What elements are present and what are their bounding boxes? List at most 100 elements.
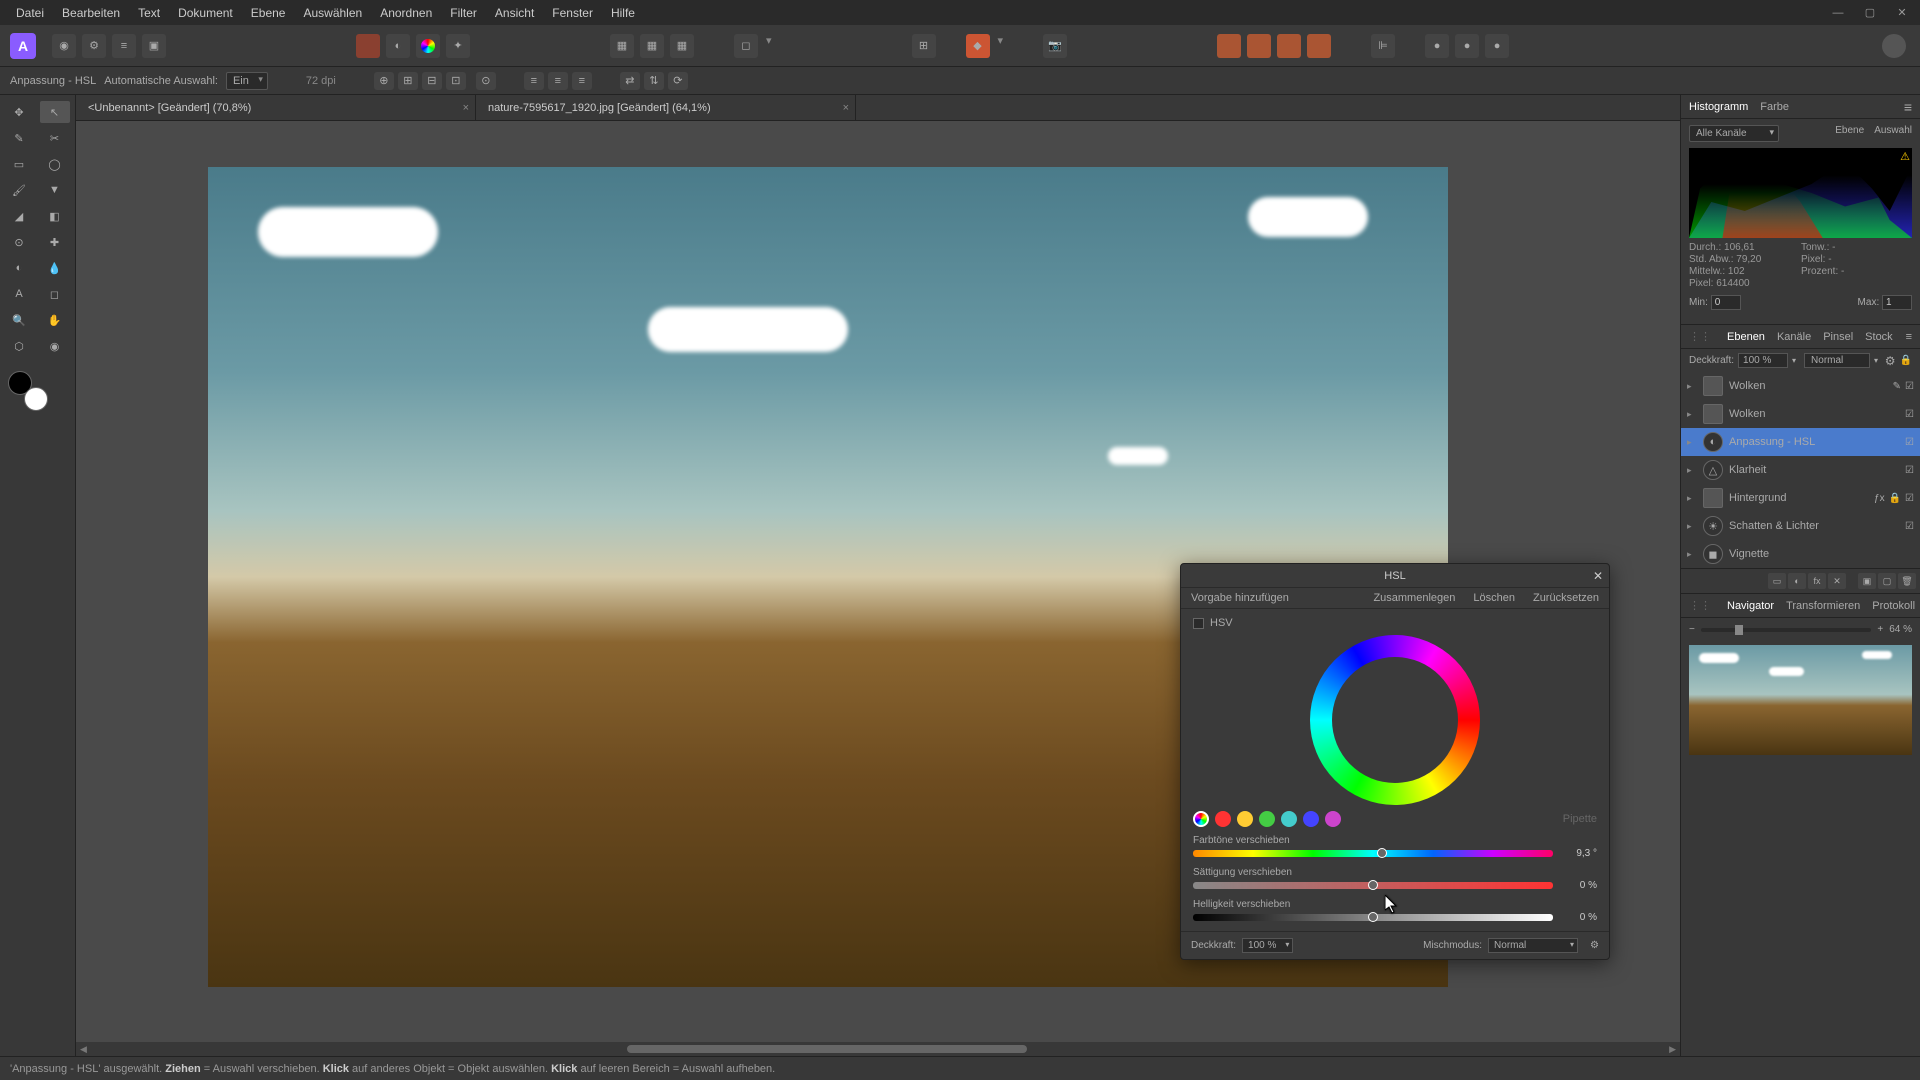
- lock-icon[interactable]: 🔒: [1889, 493, 1901, 504]
- menu-view[interactable]: Ansicht: [495, 6, 534, 20]
- lightness-value[interactable]: 0 %: [1561, 912, 1597, 923]
- hsl-adjustment-dialog[interactable]: HSL ✕ Vorgabe hinzufügen Zusammenlegen L…: [1180, 563, 1610, 960]
- tab-layers[interactable]: Ebenen: [1727, 331, 1765, 343]
- layer-settings-icon[interactable]: ⚙: [1885, 354, 1896, 368]
- menu-window[interactable]: Fenster: [552, 6, 593, 20]
- shape-tool-icon[interactable]: ◻: [40, 283, 70, 305]
- blend-dropdown[interactable]: Normal: [1804, 353, 1870, 368]
- circle2-icon[interactable]: ●: [1455, 34, 1479, 58]
- stack3-icon[interactable]: [1277, 34, 1301, 58]
- tab-transform[interactable]: Transformieren: [1786, 600, 1860, 612]
- menu-filter[interactable]: Filter: [450, 6, 477, 20]
- dialog-settings-icon[interactable]: ⚙: [1590, 940, 1599, 951]
- camera-icon[interactable]: 📷: [1043, 34, 1067, 58]
- background-color[interactable]: [24, 387, 48, 411]
- brush-tool-icon[interactable]: 🖌: [4, 179, 34, 201]
- layer-item[interactable]: ▸Wolken☑: [1681, 400, 1920, 428]
- zoom-tool-icon[interactable]: 🔍: [4, 309, 34, 331]
- color-dot-green[interactable]: [1259, 811, 1275, 827]
- pencil-icon[interactable]: ✎: [1893, 381, 1901, 392]
- color-dot-cyan[interactable]: [1281, 811, 1297, 827]
- color-dot-all[interactable]: [1193, 811, 1209, 827]
- layerbtn-2-icon[interactable]: ◐: [1788, 573, 1806, 589]
- align-r-icon[interactable]: ≡: [572, 72, 592, 90]
- layer-item[interactable]: ▸◼Vignette: [1681, 540, 1920, 568]
- heal-tool-icon[interactable]: ✚: [40, 231, 70, 253]
- dropper-icon[interactable]: ◐: [386, 34, 410, 58]
- auto-select-dropdown[interactable]: Ein: [226, 72, 268, 90]
- close-button[interactable]: ✕: [1892, 3, 1912, 23]
- reset-button[interactable]: Zurücksetzen: [1533, 592, 1599, 604]
- blur-tool-icon[interactable]: 💧: [40, 257, 70, 279]
- merge-button[interactable]: Zusammenlegen: [1373, 592, 1455, 604]
- tab-close-icon[interactable]: ×: [463, 102, 469, 114]
- pen-tool-icon[interactable]: ✎: [4, 127, 34, 149]
- flip-h-icon[interactable]: ⇄: [620, 72, 640, 90]
- gradient-tool-icon[interactable]: ◢: [4, 205, 34, 227]
- align-icon[interactable]: ⊞: [912, 34, 936, 58]
- checkbox-icon[interactable]: ☑: [1905, 437, 1914, 448]
- swatch-red-icon[interactable]: [356, 34, 380, 58]
- eraser-tool-icon[interactable]: ◧: [40, 205, 70, 227]
- panel-menu-icon[interactable]: ≡: [1904, 99, 1912, 115]
- tab-history[interactable]: Protokoll: [1872, 600, 1915, 612]
- layer-item[interactable]: ▸☀Schatten & Lichter☑: [1681, 512, 1920, 540]
- lasso-tool-icon[interactable]: ◯: [40, 153, 70, 175]
- hue-slider[interactable]: [1193, 850, 1553, 857]
- dialog-opacity-dropdown[interactable]: 100 %: [1242, 938, 1293, 953]
- stack1-icon[interactable]: [1217, 34, 1241, 58]
- fx-icon[interactable]: ƒx: [1874, 493, 1885, 504]
- circle1-icon[interactable]: ●: [1425, 34, 1449, 58]
- opacity-input[interactable]: 100 %: [1738, 353, 1788, 368]
- align-l-icon[interactable]: ≡: [524, 72, 544, 90]
- transform-1-icon[interactable]: ⊕: [374, 72, 394, 90]
- vector-tool-icon[interactable]: ⬡: [4, 335, 34, 357]
- layerbtn-6-icon[interactable]: ▢: [1878, 573, 1896, 589]
- layerbtn-4-icon[interactable]: ✕: [1828, 573, 1846, 589]
- document-tab-1[interactable]: <Unbenannt> [Geändert] (70,8%) ×: [76, 95, 476, 120]
- delete-button[interactable]: Löschen: [1473, 592, 1515, 604]
- checkbox-icon[interactable]: ☑: [1905, 521, 1914, 532]
- transform-5-icon[interactable]: ⊙: [476, 72, 496, 90]
- color-dot-red[interactable]: [1215, 811, 1231, 827]
- flip-v-icon[interactable]: ⇅: [644, 72, 664, 90]
- grid3-icon[interactable]: ▦: [670, 34, 694, 58]
- histo-layer-toggle[interactable]: Ebene: [1835, 125, 1864, 136]
- align-c-icon[interactable]: ≡: [548, 72, 568, 90]
- stack2-icon[interactable]: [1247, 34, 1271, 58]
- transform-2-icon[interactable]: ⊞: [398, 72, 418, 90]
- clone-tool-icon[interactable]: ⊙: [4, 231, 34, 253]
- minimize-button[interactable]: —: [1828, 3, 1848, 23]
- persona-develop-icon[interactable]: ⚙: [82, 34, 106, 58]
- hand-tool-icon[interactable]: ✋: [40, 309, 70, 331]
- node-tool-icon[interactable]: ↖: [40, 101, 70, 123]
- channel-dropdown[interactable]: Alle Kanäle: [1689, 125, 1779, 142]
- tab-stock[interactable]: Stock: [1865, 331, 1893, 343]
- panel-menu-icon[interactable]: ≡: [1906, 331, 1912, 343]
- tab-color[interactable]: Farbe: [1760, 101, 1789, 113]
- color-dot-blue[interactable]: [1303, 811, 1319, 827]
- user-avatar-icon[interactable]: [1882, 34, 1906, 58]
- document-tab-2[interactable]: nature-7595617_1920.jpg [Geändert] (64,1…: [476, 95, 856, 120]
- grid2-icon[interactable]: ▦: [640, 34, 664, 58]
- crop-icon[interactable]: ◻: [734, 34, 758, 58]
- assist-icon[interactable]: ◆: [966, 34, 990, 58]
- zoom-out-icon[interactable]: −: [1689, 624, 1695, 635]
- layerbtn-1-icon[interactable]: ▭: [1768, 573, 1786, 589]
- layer-item[interactable]: ▸◐Anpassung - HSL☑: [1681, 428, 1920, 456]
- hsv-checkbox[interactable]: [1193, 618, 1204, 629]
- wand-icon[interactable]: ✦: [446, 34, 470, 58]
- checkbox-icon[interactable]: ☑: [1905, 465, 1914, 476]
- checkbox-icon[interactable]: ☑: [1905, 409, 1914, 420]
- tab-close-icon[interactable]: ×: [843, 102, 849, 114]
- lightness-slider[interactable]: [1193, 914, 1553, 921]
- layerbtn-trash-icon[interactable]: 🗑: [1898, 573, 1916, 589]
- crop-tool-icon[interactable]: ✂: [40, 127, 70, 149]
- dialog-close-icon[interactable]: ✕: [1593, 569, 1603, 583]
- histo-selection-toggle[interactable]: Auswahl: [1874, 125, 1912, 136]
- layer-item[interactable]: ▸△Klarheit☑: [1681, 456, 1920, 484]
- move-tool-icon[interactable]: ✥: [4, 101, 34, 123]
- tab-navigator[interactable]: Navigator: [1727, 600, 1774, 612]
- layer-item[interactable]: ▸Hintergrundƒx🔒☑: [1681, 484, 1920, 512]
- text-tool-icon[interactable]: A: [4, 283, 34, 305]
